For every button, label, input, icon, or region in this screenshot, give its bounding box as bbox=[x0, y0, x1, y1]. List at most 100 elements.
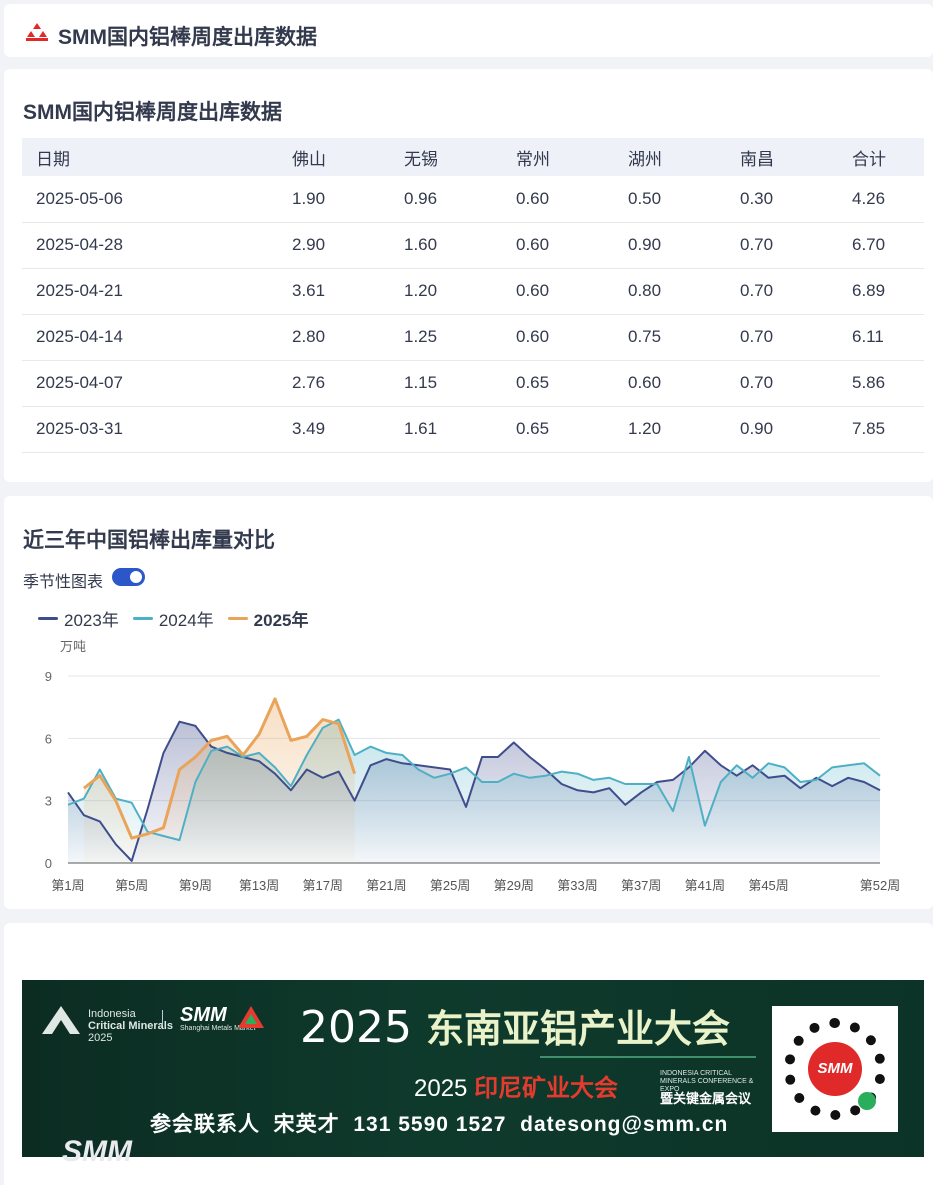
table-cell: 0.65 bbox=[502, 360, 614, 407]
table-cell: 2.76 bbox=[278, 360, 390, 407]
legend-item[interactable]: 2025年 bbox=[227, 606, 309, 631]
table-card: SMM国内铝棒周度出库数据 日期 佛山 无锡 常州 湖州 南昌 合计 2025-… bbox=[4, 69, 933, 482]
table-cell: 7.85 bbox=[838, 406, 924, 453]
table-cell: 0.60 bbox=[502, 176, 614, 223]
table-cell: 5.86 bbox=[838, 360, 924, 407]
table-cell: 0.60 bbox=[502, 314, 614, 361]
legend-swatch bbox=[38, 617, 58, 620]
x-tick-label: 第33周 bbox=[557, 878, 597, 893]
table-cell: 1.20 bbox=[390, 268, 502, 315]
x-tick-label: 第13周 bbox=[239, 878, 279, 893]
watermark: SMM bbox=[62, 1135, 132, 1168]
table-cell: 2025-04-07 bbox=[22, 360, 278, 407]
legend-swatch bbox=[132, 617, 153, 620]
banner-card: Indonesia Critical Minerals 2025 SMM Sha… bbox=[4, 923, 933, 1185]
chart-legend: 2023年 2024年 2025年 bbox=[38, 606, 308, 631]
table-cell: 3.61 bbox=[278, 268, 390, 315]
x-tick-label: 第29周 bbox=[494, 878, 534, 893]
conference-banner[interactable]: Indonesia Critical Minerals 2025 SMM Sha… bbox=[22, 980, 924, 1157]
y-tick-label: 3 bbox=[45, 794, 52, 809]
table-cell: 1.15 bbox=[390, 360, 502, 407]
column-header: 南昌 bbox=[726, 138, 838, 176]
miniprogram-icon bbox=[858, 1092, 876, 1110]
table-row: 2025-04-21 3.61 1.20 0.60 0.80 0.70 6.89 bbox=[22, 268, 924, 315]
x-tick-label: 第52周 bbox=[860, 878, 900, 893]
table-cell: 1.25 bbox=[390, 314, 502, 361]
table-cell: 1.90 bbox=[278, 176, 390, 223]
banner-subheadline: 2025 印尼矿业大会 bbox=[414, 1075, 619, 1102]
legend-label: 2024年 bbox=[158, 611, 214, 630]
seasonal-line-chart: 万吨 0 3 6 9 第1周 第5周 第9周 第13周 第17周 第21周 第25周 第29周 第33周 第… bbox=[45, 639, 900, 893]
series-area bbox=[83, 698, 355, 863]
column-header: 佛山 bbox=[278, 138, 390, 176]
table-cell: 0.70 bbox=[726, 222, 838, 269]
qr-code-icon: SMM bbox=[772, 1006, 898, 1132]
column-header: 湖州 bbox=[614, 138, 726, 176]
toggle-knob bbox=[130, 571, 142, 583]
ici-logo-icon bbox=[42, 1006, 80, 1034]
table-cell: 0.90 bbox=[614, 222, 726, 269]
logo-divider bbox=[162, 1010, 163, 1026]
table-cell: 0.90 bbox=[726, 406, 838, 453]
table-cell: 0.96 bbox=[390, 176, 502, 223]
table-cell: 0.60 bbox=[502, 222, 614, 269]
page-title: SMM国内铝棒周度出库数据 bbox=[58, 26, 317, 49]
table-cell: 0.80 bbox=[614, 268, 726, 315]
column-header: 日期 bbox=[22, 138, 278, 176]
x-tick-label: 第45周 bbox=[748, 878, 788, 893]
table-title: SMM国内铝棒周度出库数据 bbox=[23, 101, 282, 124]
y-tick-label: 9 bbox=[45, 669, 52, 684]
smm-logo-text: SMM bbox=[180, 1004, 227, 1026]
legend-label: 2023年 bbox=[64, 611, 119, 630]
table-cell: 2025-04-28 bbox=[22, 222, 278, 269]
x-tick-label: 第25周 bbox=[430, 878, 470, 893]
smm-logo-icon bbox=[26, 23, 48, 41]
banner-contact: 参会联系人 宋英才 131 5590 1527 datesong@smm.cn bbox=[150, 1113, 729, 1136]
table-cell: 0.75 bbox=[614, 314, 726, 361]
table-row: 2025-04-14 2.80 1.25 0.60 0.75 0.70 6.11 bbox=[22, 314, 924, 361]
y-tick-label: 6 bbox=[45, 731, 52, 746]
table-cell: 2.90 bbox=[278, 222, 390, 269]
table-cell: 6.89 bbox=[838, 268, 924, 315]
legend-swatch bbox=[227, 617, 248, 620]
banner-divider-line bbox=[540, 1056, 756, 1058]
x-tick-label: 第17周 bbox=[303, 878, 343, 893]
x-tick-label: 第1周 bbox=[51, 878, 84, 893]
table-cell: 0.70 bbox=[726, 314, 838, 361]
table-cell: 0.50 bbox=[614, 176, 726, 223]
page-header: SMM国内铝棒周度出库数据 bbox=[4, 4, 933, 57]
data-table: 日期 佛山 无锡 常州 湖州 南昌 合计 2025-05-06 1.90 0.9… bbox=[22, 138, 924, 453]
table-cell: 0.60 bbox=[614, 360, 726, 407]
table-cell: 1.60 bbox=[390, 222, 502, 269]
table-cell: 2025-05-06 bbox=[22, 176, 278, 223]
y-tick-label: 0 bbox=[45, 856, 52, 871]
table-row: 2025-04-28 2.90 1.60 0.60 0.90 0.70 6.70 bbox=[22, 222, 924, 269]
x-tick-label: 第41周 bbox=[685, 878, 725, 893]
ici-logo-text: Indonesia Critical Minerals 2025 bbox=[88, 1008, 173, 1044]
table-cell: 3.49 bbox=[278, 406, 390, 453]
table-cell: 6.70 bbox=[838, 222, 924, 269]
table-cell: 0.60 bbox=[502, 268, 614, 315]
table-cell: 4.26 bbox=[838, 176, 924, 223]
chart-title: 近三年中国铝棒出库量对比 bbox=[23, 529, 275, 552]
column-header: 合计 bbox=[838, 138, 924, 176]
table-cell: 2025-03-31 bbox=[22, 406, 278, 453]
column-header: 常州 bbox=[502, 138, 614, 176]
seasonal-toggle[interactable] bbox=[112, 568, 145, 586]
banner-sub-chinese: 暨关键金属会议 bbox=[660, 1091, 752, 1106]
table-cell: 0.65 bbox=[502, 406, 614, 453]
legend-item[interactable]: 2024年 bbox=[132, 606, 214, 631]
x-tick-label: 第9周 bbox=[179, 878, 212, 893]
x-tick-label: 第37周 bbox=[621, 878, 661, 893]
seasonal-toggle-label: 季节性图表 bbox=[23, 574, 104, 591]
table-row: 2025-04-07 2.76 1.15 0.65 0.60 0.70 5.86 bbox=[22, 360, 924, 407]
table-cell: 1.20 bbox=[614, 406, 726, 453]
chart-card: 近三年中国铝棒出库量对比 季节性图表 2023年 2024年 2025年 万吨 0 3 6… bbox=[4, 496, 933, 909]
table-row: 2025-03-31 3.49 1.61 0.65 1.20 0.90 7.85 bbox=[22, 406, 924, 453]
legend-label: 2025年 bbox=[253, 611, 309, 630]
table-cell: 6.11 bbox=[838, 314, 924, 361]
legend-item[interactable]: 2023年 bbox=[38, 606, 119, 631]
table-cell: 2025-04-14 bbox=[22, 314, 278, 361]
table-cell: 2025-04-21 bbox=[22, 268, 278, 315]
partner-logo-icon bbox=[238, 1006, 264, 1028]
